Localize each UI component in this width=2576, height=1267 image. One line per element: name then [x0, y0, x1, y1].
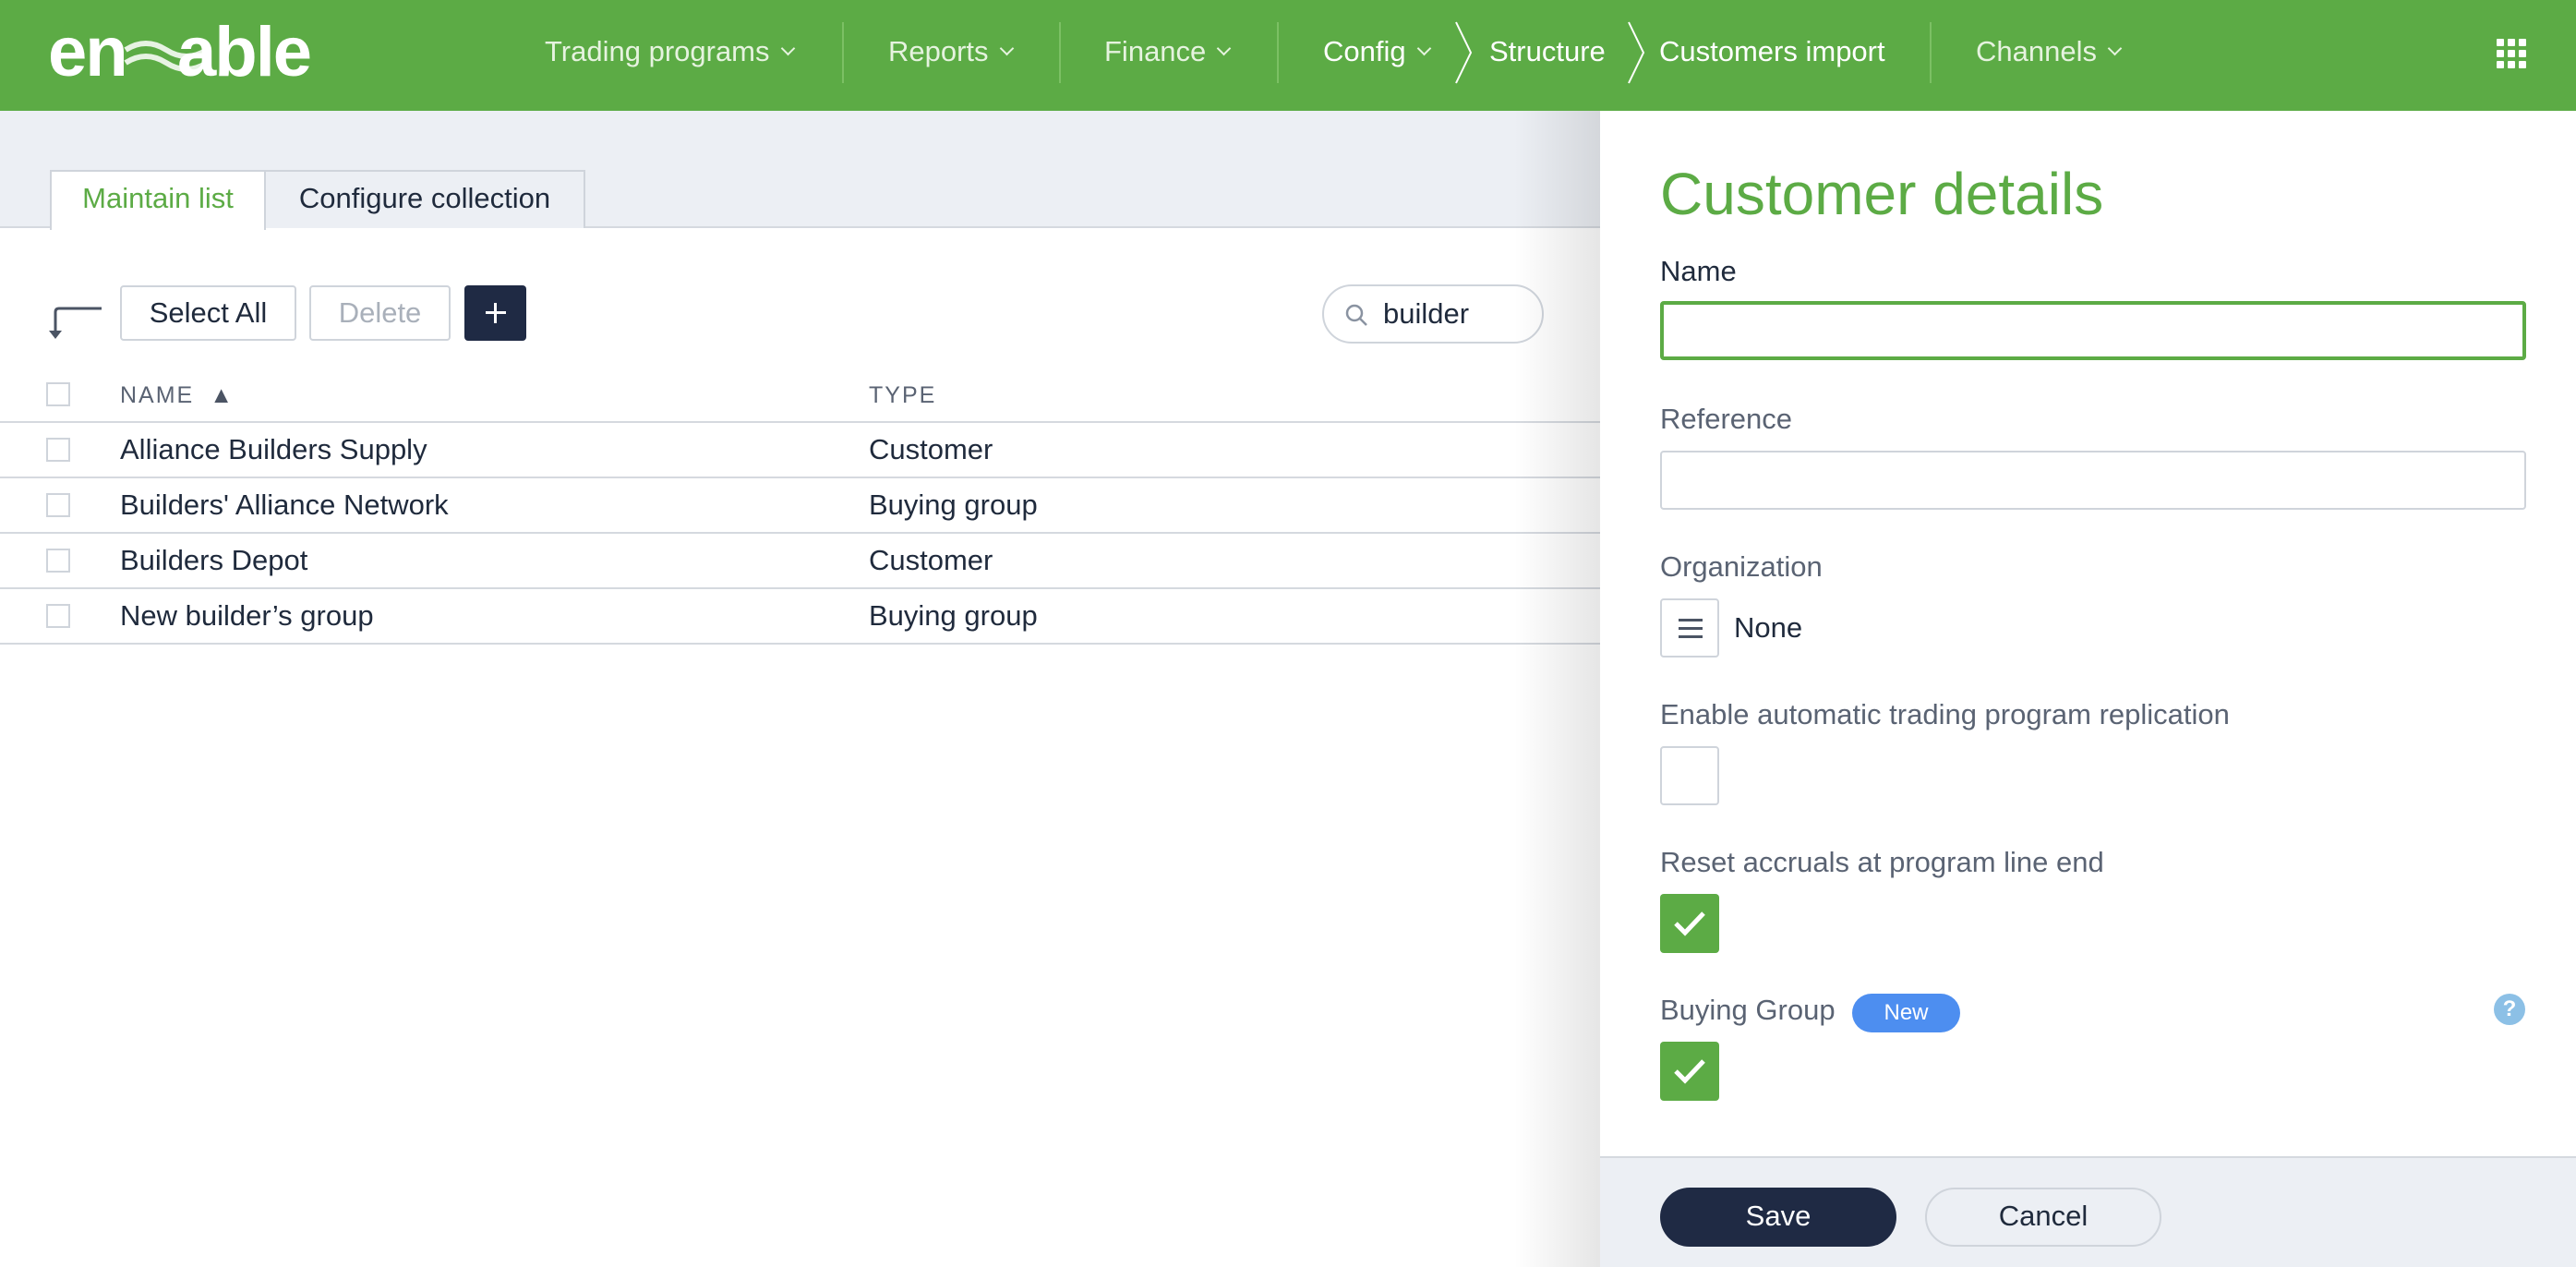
- name-label: Name: [1660, 255, 1737, 287]
- enable-logo[interactable]: en able: [48, 15, 325, 96]
- customer-details-panel: Customer details Name Reference Organiza…: [1600, 111, 2576, 1267]
- chevron-down-icon: [1416, 41, 1431, 56]
- panel-footer: Save Cancel: [1600, 1156, 2576, 1267]
- select-all-checkbox[interactable]: [46, 382, 70, 406]
- top-navigation-bar: en able Trading programs Reports Finance…: [0, 0, 2576, 111]
- row-checkbox[interactable]: [46, 549, 70, 573]
- chevron-down-icon: [2107, 41, 2123, 56]
- column-header-name[interactable]: NAME ▲: [120, 379, 235, 412]
- nav-trading-programs[interactable]: Trading programs: [545, 0, 795, 111]
- breadcrumb-arrow-icon: [1628, 21, 1645, 84]
- row-type: Customer: [869, 433, 993, 465]
- list-area: Maintain list Configure collection Selec…: [0, 111, 1600, 1267]
- reference-label: Reference: [1660, 403, 1793, 435]
- row-name: Builders' Alliance Network: [120, 489, 449, 521]
- tabs-band: Maintain list Configure collection: [0, 111, 1600, 230]
- nav-channels-label: Channels: [1976, 35, 2097, 67]
- svg-text:en: en: [48, 15, 126, 91]
- auto-replication-label: Enable automatic trading program replica…: [1660, 698, 2230, 730]
- new-badge: New: [1852, 994, 1960, 1032]
- search-icon: [1345, 304, 1367, 326]
- chevron-down-icon: [1217, 41, 1232, 56]
- breadcrumb-customers-import[interactable]: Customers import: [1659, 0, 1885, 111]
- buying-group-checkbox[interactable]: [1660, 1042, 1719, 1101]
- row-name: Builders Depot: [120, 544, 308, 576]
- reset-accruals-label: Reset accruals at program line end: [1660, 846, 2104, 878]
- cancel-button[interactable]: Cancel: [1925, 1188, 2161, 1247]
- row-divider: [0, 532, 1600, 534]
- checkmark-icon: [1674, 911, 1705, 936]
- panel-shadow: [1514, 111, 1601, 1267]
- nav-divider: [1277, 22, 1279, 83]
- row-type: Buying group: [869, 489, 1038, 521]
- column-header-name-label: NAME: [120, 382, 195, 408]
- back-arrow-icon[interactable]: [48, 305, 107, 344]
- organization-value: None: [1734, 611, 1803, 644]
- row-divider: [0, 587, 1600, 589]
- row-checkbox[interactable]: [46, 604, 70, 628]
- column-header-type[interactable]: TYPE: [869, 379, 936, 412]
- chevron-down-icon: [780, 41, 795, 56]
- tab-maintain-list[interactable]: Maintain list: [50, 170, 266, 230]
- name-input[interactable]: [1660, 301, 2526, 360]
- row-divider: [0, 477, 1600, 478]
- nav-divider: [842, 22, 844, 83]
- nav-reports[interactable]: Reports: [888, 0, 1014, 111]
- row-type: Customer: [869, 544, 993, 576]
- nav-finance-label: Finance: [1104, 35, 1207, 67]
- checkmark-icon: [1674, 1059, 1705, 1084]
- reference-input[interactable]: [1660, 451, 2526, 510]
- app-grid-icon[interactable]: [2497, 39, 2526, 68]
- nav-trading-programs-label: Trading programs: [545, 35, 770, 67]
- buying-group-label: Buying Group: [1660, 994, 1836, 1026]
- panel-title: Customer details: [1660, 161, 2104, 227]
- row-checkbox[interactable]: [46, 438, 70, 462]
- svg-text:able: able: [177, 15, 310, 91]
- nav-channels[interactable]: Channels: [1976, 0, 2123, 111]
- breadcrumb-structure[interactable]: Structure: [1489, 0, 1606, 111]
- sort-ascending-icon: ▲: [210, 382, 235, 408]
- nav-finance[interactable]: Finance: [1104, 0, 1232, 111]
- select-all-button[interactable]: Select All: [120, 285, 296, 341]
- row-divider: [0, 421, 1600, 423]
- delete-button[interactable]: Delete: [309, 285, 451, 341]
- row-divider: [0, 643, 1600, 645]
- nav-divider: [1930, 22, 1932, 83]
- row-checkbox[interactable]: [46, 493, 70, 517]
- nav-divider: [1059, 22, 1061, 83]
- nav-config-label: Config: [1323, 35, 1406, 67]
- add-button[interactable]: [464, 285, 526, 341]
- search-value: builder: [1383, 297, 1470, 330]
- save-button[interactable]: Save: [1660, 1188, 1896, 1247]
- search-input[interactable]: builder: [1322, 284, 1544, 344]
- auto-replication-checkbox[interactable]: [1660, 746, 1719, 805]
- tab-configure-collection[interactable]: Configure collection: [264, 170, 585, 228]
- nav-config[interactable]: Config: [1323, 0, 1431, 111]
- organization-label: Organization: [1660, 550, 1823, 583]
- chevron-down-icon: [999, 41, 1014, 56]
- reset-accruals-checkbox[interactable]: [1660, 894, 1719, 953]
- nav-reports-label: Reports: [888, 35, 989, 67]
- breadcrumb-arrow-icon: [1455, 21, 1473, 84]
- row-name: Alliance Builders Supply: [120, 433, 427, 465]
- organization-picker-button[interactable]: [1660, 598, 1719, 658]
- row-name: New builder’s group: [120, 599, 374, 632]
- help-icon[interactable]: ?: [2494, 994, 2525, 1025]
- list-icon: [1679, 619, 1703, 621]
- row-type: Buying group: [869, 599, 1038, 632]
